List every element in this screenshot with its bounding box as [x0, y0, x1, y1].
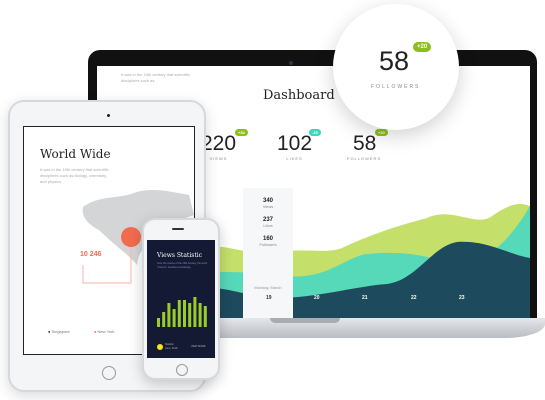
view-more-link[interactable]: VIEW MORE	[191, 345, 206, 348]
camera-icon	[289, 61, 293, 65]
bar	[157, 318, 160, 327]
legend-dot	[157, 344, 163, 350]
stat-value: 102	[277, 132, 313, 155]
magnifier-callout: 58 +20 FOLLOWERS	[333, 4, 459, 130]
x-label: 22	[411, 295, 417, 301]
stat-value: 220	[201, 132, 237, 155]
bar	[172, 309, 176, 327]
bar	[193, 297, 197, 327]
x-label: 19	[266, 295, 272, 301]
callout-value: 10 246	[80, 251, 102, 258]
bar	[183, 300, 186, 327]
tooltip-label: Views	[262, 204, 274, 209]
bar	[188, 303, 192, 327]
stat-followers: 58 FOLLOWERS +20	[347, 129, 388, 161]
stat-badge: +20	[375, 129, 388, 136]
phone-text: Over the course of the 19th century, the…	[157, 262, 207, 269]
stat-badge: -15	[309, 129, 321, 136]
bar	[162, 312, 166, 327]
magnifier-badge: +20	[413, 42, 432, 52]
laptop-notch	[270, 318, 340, 323]
home-button[interactable]	[102, 366, 116, 380]
bar-chart	[157, 297, 207, 327]
new-york-marker	[121, 227, 141, 247]
stat-views: 220 VIEWS +34	[201, 129, 248, 161]
x-label: 20	[314, 295, 320, 301]
x-label: 21	[362, 295, 368, 301]
bar	[167, 303, 171, 327]
phone-screen: Views Statistic Over the course of the 1…	[147, 240, 215, 358]
legend-label: Singapore	[51, 329, 70, 334]
bar	[177, 300, 181, 327]
magnifier-value: 58	[379, 46, 410, 76]
camera-icon	[107, 114, 110, 117]
legend-new-york: ● New York	[94, 329, 114, 334]
stat-label: FOLLOWERS	[347, 156, 382, 161]
stat-badge: +34	[235, 129, 248, 136]
tooltip-date: Monday, March	[254, 285, 282, 290]
x-label: 23	[459, 295, 465, 301]
stat-likes: 102 LIKES -15	[277, 129, 321, 161]
speaker	[172, 228, 184, 230]
legend-sub: June, 2018	[165, 347, 178, 350]
stat-label: LIKES	[286, 156, 303, 161]
tablet-title: World Wide	[40, 147, 111, 161]
tooltip-label: Followers	[259, 242, 277, 247]
legend-singapore: ● Singapore	[48, 329, 70, 334]
home-button[interactable]	[176, 364, 188, 376]
stat-label: VIEWS	[209, 156, 228, 161]
phone-title: Views Statistic	[157, 252, 203, 259]
legend-label: New York	[97, 329, 115, 334]
tooltip-label: Likes	[263, 223, 273, 228]
intro-text: It was in the 19th century that scientif…	[121, 72, 190, 83]
page-title: Dashboard	[263, 88, 335, 103]
bar	[203, 306, 207, 327]
legend-label: Statistic	[165, 343, 174, 346]
bar	[198, 303, 202, 327]
magnifier-label: FOLLOWERS	[371, 84, 421, 90]
tablet-text: It was in the 19th century that scientif…	[40, 167, 109, 184]
